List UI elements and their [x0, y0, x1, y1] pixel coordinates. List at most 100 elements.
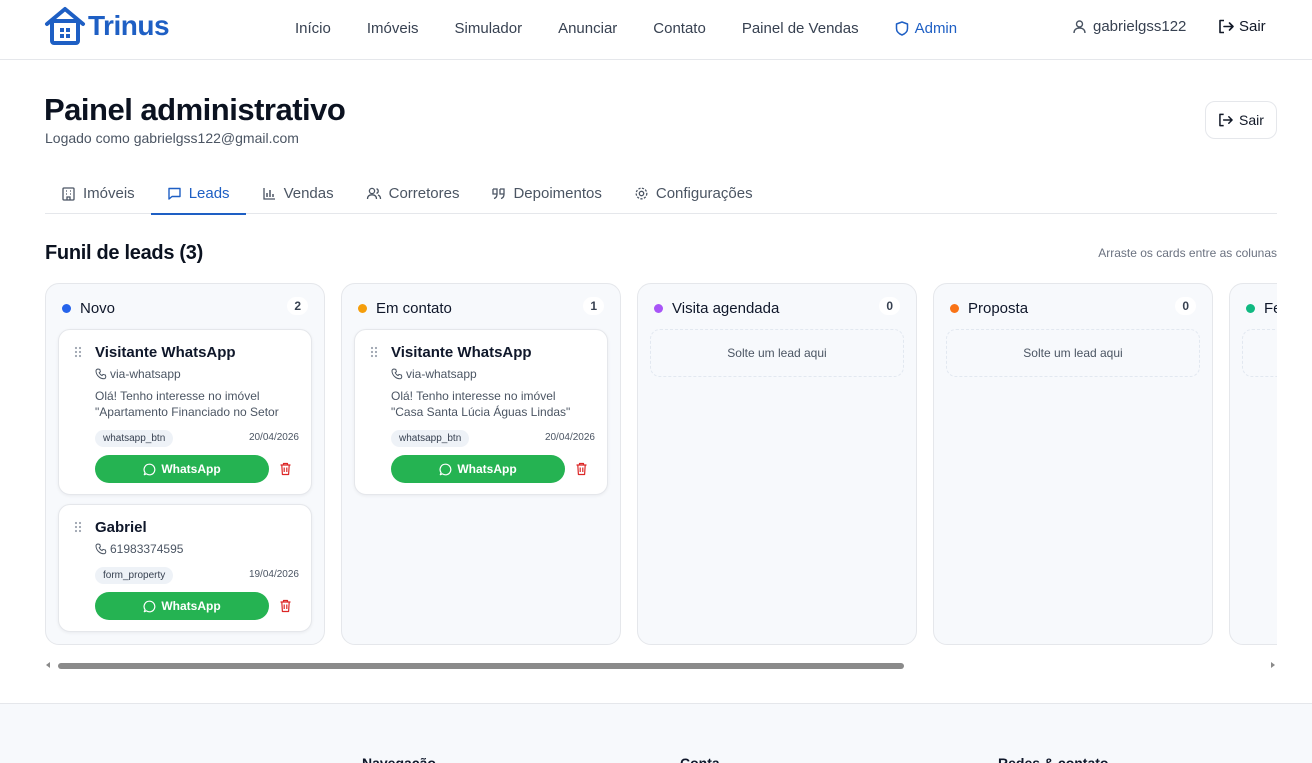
lead-name: Gabriel [95, 519, 147, 536]
footer-heading-conta: Conta [680, 755, 720, 763]
tab-depoimentos[interactable]: Depoimentos [475, 172, 617, 214]
lead-card[interactable]: Visitante WhatsApp via-whatsapp Olá! Ten… [354, 329, 608, 495]
username: gabrielgss122 [1093, 18, 1187, 35]
tab-label: Configurações [655, 184, 753, 202]
house-logo-icon [45, 7, 85, 45]
scrollbar-thumb[interactable] [58, 663, 904, 669]
tab-label: Imóveis [83, 184, 135, 202]
drag-handle-icon[interactable] [74, 346, 82, 358]
tab-imoveis[interactable]: Imóveis [45, 172, 151, 214]
page-title: Painel administrativo [44, 92, 346, 127]
column-count: 1 [583, 297, 604, 315]
phone-icon [95, 368, 107, 380]
tab-label: Corretores [388, 184, 460, 202]
column-em-contato: Em contato 1 Visitante WhatsApp via-what… [341, 283, 621, 645]
source-tag: whatsapp_btn [391, 430, 470, 447]
tab-label: Leads [188, 184, 230, 202]
whatsapp-icon [143, 600, 156, 612]
whatsapp-button-label: WhatsApp [161, 462, 221, 476]
logout-label: Sair [1239, 18, 1266, 35]
header-logout-button[interactable]: Sair [1218, 18, 1266, 35]
phone-icon [95, 543, 107, 555]
drag-handle-icon[interactable] [370, 346, 378, 358]
trash-icon[interactable] [575, 462, 588, 476]
tab-label: Depoimentos [513, 184, 602, 202]
drop-zone[interactable] [1242, 329, 1277, 377]
lead-card[interactable]: Gabriel 61983374595 form_property 19/04/… [58, 504, 312, 632]
lead-date: 20/04/2026 [544, 432, 595, 443]
phone-icon [391, 368, 403, 380]
nav-admin[interactable]: Admin [877, 18, 976, 38]
top-header: Trinus Início Imóveis Simulador Anunciar… [0, 0, 1312, 60]
whatsapp-button-label: WhatsApp [457, 462, 517, 476]
nav-label: Simulador [454, 19, 523, 37]
nav-contato[interactable]: Contato [635, 18, 724, 38]
funnel-title: Funil de leads (3) [45, 242, 203, 264]
column-fechado: Fe [1229, 283, 1277, 645]
kanban-board: Novo 2 Visitante WhatsApp via-whatsapp O… [45, 283, 1277, 645]
logout-icon [1219, 113, 1233, 127]
column-name: Em contato [376, 299, 452, 317]
nav-imoveis[interactable]: Imóveis [349, 18, 437, 38]
drop-zone[interactable]: Solte um lead aqui [946, 329, 1200, 377]
user-icon [1073, 20, 1086, 34]
whatsapp-button[interactable]: WhatsApp [391, 455, 565, 483]
tab-label: Vendas [283, 184, 334, 202]
nav-label: Anunciar [558, 19, 618, 37]
shield-icon [895, 20, 908, 36]
lead-message-line: "Apartamento Financiado no Setor [95, 405, 279, 419]
nav-inicio[interactable]: Início [277, 18, 349, 38]
main-nav: Início Imóveis Simulador Anunciar Contat… [277, 18, 975, 38]
whatsapp-button[interactable]: WhatsApp [95, 455, 269, 483]
lead-message-line: Olá! Tenho interesse no imóvel [391, 389, 556, 403]
whatsapp-icon [143, 463, 156, 475]
lead-date: 19/04/2026 [248, 569, 299, 580]
lead-name: Visitante WhatsApp [95, 344, 236, 361]
horizontal-scrollbar[interactable] [45, 660, 1277, 670]
footer-heading-navegacao: Navegação [362, 755, 436, 763]
column-header: Fe [1246, 300, 1277, 317]
footer-heading-redes: Redes & contato [998, 755, 1109, 763]
column-count: 2 [287, 297, 308, 315]
status-dot [62, 303, 71, 313]
nav-label: Início [295, 19, 331, 37]
source-tag: form_property [95, 567, 174, 584]
status-dot [654, 303, 663, 313]
brand-name: Trinus [88, 10, 170, 41]
user-menu[interactable]: gabrielgss122 [1072, 18, 1186, 35]
lead-message-line: Olá! Tenho interesse no imóvel [95, 389, 260, 403]
brand-logo[interactable]: Trinus [44, 6, 170, 46]
tab-vendas[interactable]: Vendas [246, 172, 350, 214]
gear-icon [635, 187, 648, 199]
lead-contact-text: via-whatsapp [406, 367, 477, 381]
nav-simulador[interactable]: Simulador [437, 18, 541, 38]
tab-leads[interactable]: Leads [150, 172, 246, 215]
nav-painel-vendas[interactable]: Painel de Vendas [724, 18, 877, 38]
tab-corretores[interactable]: Corretores [350, 172, 476, 214]
trash-icon[interactable] [279, 462, 292, 476]
column-header: Visita agendada 0 [654, 297, 900, 317]
message-icon [167, 187, 181, 200]
bar-chart-icon [262, 187, 275, 200]
lead-card[interactable]: Visitante WhatsApp via-whatsapp Olá! Ten… [58, 329, 312, 495]
drag-hint: Arraste os cards entre as colunas [1098, 246, 1277, 260]
column-count: 0 [1175, 297, 1196, 315]
lead-name: Visitante WhatsApp [391, 344, 532, 361]
tab-configuracoes[interactable]: Configurações [618, 172, 769, 214]
nav-anunciar[interactable]: Anunciar [540, 18, 635, 38]
whatsapp-button-label: WhatsApp [161, 599, 221, 613]
lead-date: 20/04/2026 [248, 432, 299, 443]
logout-icon [1219, 19, 1234, 34]
lead-contact: 61983374595 [95, 542, 183, 556]
column-proposta: Proposta 0 Solte um lead aqui [933, 283, 1213, 645]
scroll-left-arrow-icon[interactable] [46, 662, 50, 668]
logout-button[interactable]: Sair [1205, 101, 1277, 139]
column-name: Visita agendada [672, 299, 780, 317]
scroll-right-arrow-icon[interactable] [1271, 662, 1275, 668]
column-header: Proposta 0 [950, 297, 1196, 317]
footer: Navegação Conta Redes & contato [0, 703, 1312, 763]
whatsapp-button[interactable]: WhatsApp [95, 592, 269, 620]
trash-icon[interactable] [279, 599, 292, 613]
drop-zone[interactable]: Solte um lead aqui [650, 329, 904, 377]
drag-handle-icon[interactable] [74, 521, 82, 533]
